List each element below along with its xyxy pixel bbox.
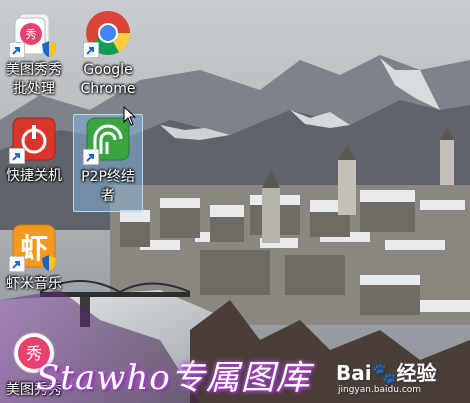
shortcut-arrow-icon [9,42,25,58]
baidu-brand: Bai🐾经验 [336,361,437,385]
desktop-icon-google-chrome[interactable]: Google Chrome [74,8,142,99]
desktop-icon-xiami-music[interactable]: 虾 虾米音乐 [0,222,68,294]
desktop-icon-quick-shutdown[interactable]: 快捷关机 [0,114,68,186]
shortcut-arrow-icon [9,148,25,164]
desktop-icon-label: P2P终结 者 [81,169,135,204]
uac-shield-icon [42,255,56,271]
desktop-icon-meitu-batch[interactable]: 秀 美图秀秀 批处理 [0,8,68,99]
desktop-icon-label: Google Chrome [80,62,136,97]
shortcut-arrow-icon [83,149,99,165]
baidu-jingyan-logo: Bai🐾经验 jingyan.baidu.com [336,357,454,401]
desktop-icon-p2p-terminator[interactable]: P2P终结 者 [73,114,143,212]
desktop-icon-label: 美图秀秀 批处理 [6,62,62,97]
desktop-icon-label: 快捷关机 [6,168,62,184]
watermark-text: Stawho专属图库 [36,358,311,398]
shortcut-arrow-icon [83,42,99,58]
baidu-url: jingyan.baidu.com [338,385,422,395]
uac-shield-icon [42,41,56,57]
svg-text:秀: 秀 [26,28,37,41]
desktop-icon-label: 虾米音乐 [6,276,62,292]
desktop-wallpaper [0,0,470,403]
mouse-cursor-icon [123,106,137,126]
shortcut-arrow-icon [9,256,25,272]
